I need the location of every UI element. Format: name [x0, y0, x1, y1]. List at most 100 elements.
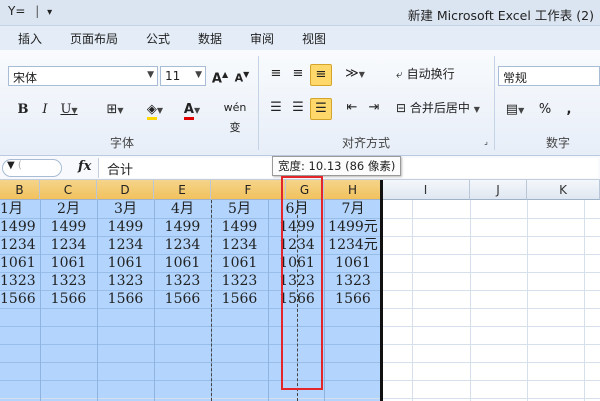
font-size-select[interactable]: 11 ▼: [160, 66, 206, 86]
font-name-select[interactable]: 宋体 ▼: [8, 66, 158, 86]
cell[interactable]: 1061: [97, 254, 154, 272]
cell[interactable]: 1061: [211, 254, 268, 272]
font-size-value: 11: [165, 69, 181, 83]
column-header-d[interactable]: D: [97, 180, 154, 200]
tab-page-layout[interactable]: 页面布局: [70, 30, 118, 47]
cell[interactable]: 1月: [0, 200, 40, 218]
tab-insert[interactable]: 插入: [18, 30, 42, 47]
cell[interactable]: 1323: [40, 272, 97, 290]
wrap-text-button[interactable]: ⤶ 自动换行: [396, 64, 476, 86]
align-left-button[interactable]: ☰: [266, 98, 286, 120]
cell[interactable]: 1566: [324, 290, 382, 308]
window-title: 新建 Microsoft Excel 工作表 (2): [407, 8, 594, 23]
cell[interactable]: 7月: [324, 200, 382, 218]
cell[interactable]: 1323: [0, 272, 40, 290]
cell[interactable]: 1234: [40, 236, 97, 254]
dialog-launcher-icon[interactable]: ⌟: [480, 132, 492, 154]
column-header-f[interactable]: F: [211, 180, 286, 200]
cell[interactable]: 1499: [40, 218, 97, 236]
border-button[interactable]: ⊞▼: [100, 100, 130, 122]
phonetic-icon: wén 变: [223, 101, 247, 134]
currency-icon: ▤: [505, 102, 519, 117]
cell[interactable]: 1061: [0, 254, 40, 272]
fx-icon[interactable]: fx: [78, 159, 91, 174]
increase-font-button[interactable]: A▲: [210, 65, 230, 87]
cell[interactable]: 1234: [0, 236, 40, 254]
increase-indent-icon: ⇥: [368, 100, 380, 115]
cell[interactable]: 1499: [211, 218, 268, 236]
cell[interactable]: 1234元: [324, 236, 382, 254]
cell[interactable]: 1061: [40, 254, 97, 272]
cell[interactable]: 1566: [40, 290, 97, 308]
cell[interactable]: 5月: [211, 200, 268, 218]
column-width-tooltip: 宽度: 10.13 (86 像素): [272, 156, 402, 176]
column-header-i[interactable]: I: [382, 180, 470, 200]
cell[interactable]: 1323: [97, 272, 154, 290]
number-format-select[interactable]: 常规: [498, 66, 600, 86]
chevron-down-icon[interactable]: ▾: [47, 7, 52, 18]
cell[interactable]: 1566: [211, 290, 268, 308]
align-bottom-button[interactable]: ≡: [310, 64, 332, 86]
cell[interactable]: 1499: [154, 218, 211, 236]
tab-formulas[interactable]: 公式: [146, 30, 170, 47]
orientation-icon: ≫: [345, 66, 359, 81]
decrease-indent-button[interactable]: ⇤: [342, 98, 362, 120]
align-bottom-icon: ≡: [315, 67, 327, 82]
increase-indent-button[interactable]: ⇥: [364, 98, 384, 120]
cell[interactable]: 2月: [40, 200, 97, 218]
chevron-down-icon: ▼: [7, 160, 15, 171]
column-header-b[interactable]: B: [0, 180, 40, 200]
cell[interactable]: 1323: [324, 272, 382, 290]
cell[interactable]: 1566: [154, 290, 211, 308]
highlight-box: [281, 176, 323, 390]
align-right-button[interactable]: ☰: [310, 98, 332, 120]
orientation-button[interactable]: ≫▼: [342, 64, 368, 86]
tab-view[interactable]: 视图: [302, 30, 326, 47]
align-group-label: 对齐方式: [342, 136, 391, 150]
column-header-j[interactable]: J: [470, 180, 527, 200]
underline-button[interactable]: U▼: [58, 100, 80, 122]
cell[interactable]: 1234: [211, 236, 268, 254]
merge-center-label: 合并后居中: [409, 101, 470, 115]
italic-button[interactable]: I: [36, 100, 54, 122]
cell[interactable]: 1499元: [324, 218, 382, 236]
name-box[interactable]: ▼ (: [2, 159, 62, 177]
bold-button[interactable]: B: [14, 100, 32, 122]
column-header-k[interactable]: K: [527, 180, 600, 200]
align-top-button[interactable]: ≡: [266, 64, 286, 86]
tab-review[interactable]: 审阅: [250, 30, 274, 47]
cell[interactable]: 1323: [154, 272, 211, 290]
align-middle-button[interactable]: ≡: [288, 64, 308, 86]
font-color-button[interactable]: A▼: [176, 100, 208, 122]
align-center-button[interactable]: ☰: [288, 98, 308, 120]
comma-button[interactable]: ,: [562, 100, 576, 122]
column-header-h[interactable]: H: [324, 180, 382, 200]
quick-access-label[interactable]: Y=: [8, 4, 25, 18]
cell[interactable]: 1566: [0, 290, 40, 308]
column-header-e[interactable]: E: [154, 180, 211, 200]
quick-access-toolbar[interactable]: Y= | ▾: [8, 4, 52, 18]
decrease-indent-icon: ⇤: [346, 100, 358, 115]
fill-color-button[interactable]: ◈▼: [140, 100, 170, 122]
wrap-text-label: 自动换行: [406, 67, 455, 81]
cell[interactable]: 1499: [97, 218, 154, 236]
chevron-down-icon: ▼: [147, 70, 154, 80]
cell[interactable]: 1234: [97, 236, 154, 254]
column-line: [584, 200, 585, 401]
cell[interactable]: 3月: [97, 200, 154, 218]
cell[interactable]: 1566: [97, 290, 154, 308]
percent-button[interactable]: %: [536, 100, 554, 122]
phonetic-button[interactable]: wén 变: [218, 98, 252, 134]
merge-center-button[interactable]: ⊟ 合并后居中 ▼: [396, 98, 492, 120]
cell[interactable]: 4月: [154, 200, 211, 218]
column-header-c[interactable]: C: [40, 180, 97, 200]
tab-data[interactable]: 数据: [198, 30, 222, 47]
cell[interactable]: 1061: [154, 254, 211, 272]
cell[interactable]: 1061: [324, 254, 382, 272]
align-right-icon: ☰: [315, 101, 327, 116]
decrease-font-button[interactable]: A▼: [232, 65, 252, 87]
cell[interactable]: 1234: [154, 236, 211, 254]
currency-button[interactable]: ▤▼: [500, 100, 530, 122]
cell[interactable]: 1323: [211, 272, 268, 290]
cell[interactable]: 1499: [0, 218, 40, 236]
